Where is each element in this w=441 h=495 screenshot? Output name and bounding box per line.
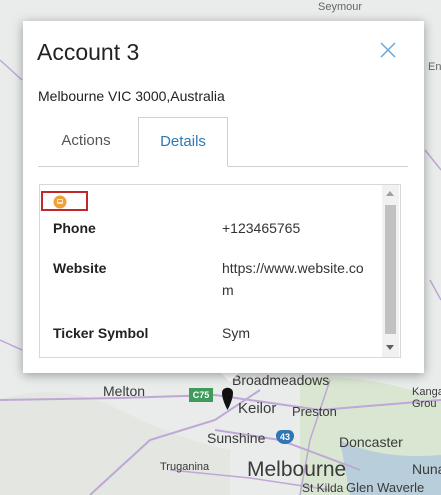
- scroll-thumb[interactable]: [385, 205, 396, 334]
- highway-shield-c75: C75: [189, 388, 213, 402]
- scroll-up-arrow-icon[interactable]: [386, 191, 394, 196]
- map-label-truganina: Truganina: [160, 461, 210, 473]
- details-scrollbar[interactable]: [382, 185, 399, 357]
- map-label-preston: Preston: [292, 404, 337, 419]
- scroll-down-arrow-icon[interactable]: [386, 345, 394, 350]
- phone-value: +123465765: [222, 220, 301, 236]
- map-label-st-kilda: St Kilda: [302, 481, 344, 495]
- website-label: Website: [53, 260, 107, 276]
- account-avatar-icon: [53, 195, 67, 209]
- map-label-melton: Melton: [103, 383, 146, 399]
- tab-details[interactable]: Details: [138, 117, 228, 167]
- popup-title: Account 3: [37, 39, 140, 65]
- map-label-melbourne: Melbourne: [247, 458, 347, 481]
- map-label-top: Seymour: [318, 1, 363, 13]
- map-label-keilor: Keilor: [238, 400, 277, 417]
- map-label-sunshine: Sunshine: [207, 430, 266, 446]
- account-icon-frame: [41, 191, 88, 211]
- ticker-symbol-label: Ticker Symbol: [53, 325, 149, 341]
- map-label-doncaster: Doncaster: [339, 434, 403, 450]
- ticker-symbol-value: Sym: [222, 325, 250, 341]
- account-popup: Account 3 Melbourne VIC 3000,Australia A…: [23, 21, 424, 373]
- map-label-broadmeadows: Broadmeadows: [232, 372, 330, 388]
- map-label-glen-waverley: Glen Waverle: [346, 480, 425, 495]
- website-link[interactable]: https://www.website.com: [222, 257, 370, 301]
- tab-actions[interactable]: Actions: [38, 117, 134, 167]
- popup-address: Melbourne VIC 3000,Australia: [38, 88, 225, 104]
- phone-label: Phone: [53, 220, 96, 236]
- details-panel: Phone +123465765 Website https://www.web…: [39, 184, 401, 358]
- map-label-kangaroo-ground: Kanga Grou: [412, 386, 441, 410]
- close-icon[interactable]: [375, 37, 401, 63]
- map-label-top-right: En: [428, 61, 441, 73]
- map-label-nunawading: Nuna: [412, 461, 441, 477]
